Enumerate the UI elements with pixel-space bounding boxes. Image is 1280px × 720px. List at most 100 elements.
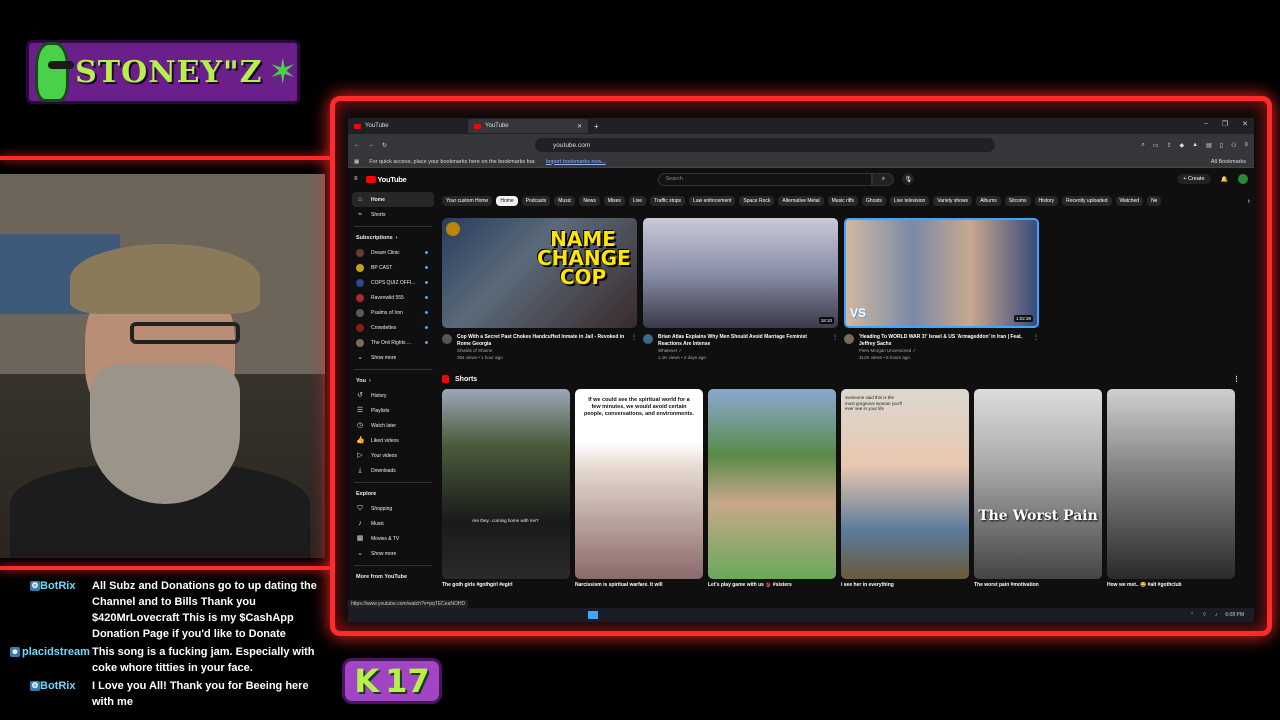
- short-title[interactable]: Narcissism is spiritual warfare. It will: [575, 582, 703, 588]
- short-thumbnail[interactable]: Someone said this is the most gorgeous w…: [841, 389, 969, 579]
- reload-icon[interactable]: ↻: [382, 142, 387, 149]
- all-bookmarks-button[interactable]: All Bookmarks: [1211, 159, 1246, 165]
- short-title[interactable]: i see her in everything: [841, 582, 969, 588]
- short-title[interactable]: Let's play game with us 👙 #sisters: [708, 582, 836, 588]
- youtube-logo[interactable]: YouTube: [365, 175, 407, 184]
- extension-icon[interactable]: ◆: [1180, 142, 1185, 149]
- avatar[interactable]: [1238, 174, 1248, 184]
- sidebar-item-movies[interactable]: ▦ Movies & TV: [352, 531, 434, 546]
- volume-icon[interactable]: ♪: [1215, 612, 1218, 618]
- sidebar-item-shopping[interactable]: ⛉ Shopping: [352, 501, 434, 516]
- sidebar-item-channel[interactable]: Ravenwild 555: [352, 290, 434, 305]
- video-thumbnail[interactable]: 18:10: [643, 218, 838, 328]
- chip-filter[interactable]: Traffic stops: [650, 196, 686, 206]
- sidebar-item-channel[interactable]: Psalms of Iron: [352, 305, 434, 320]
- video-title[interactable]: 'Heading To WORLD WAR 3!' Israel & US 'A…: [859, 334, 1028, 347]
- cast-icon[interactable]: ▭: [1153, 142, 1159, 149]
- chip-filter[interactable]: Podcasts: [521, 196, 551, 206]
- tab-youtube-1[interactable]: YouTube: [348, 119, 468, 133]
- avatar[interactable]: [442, 334, 452, 344]
- chip-filter[interactable]: Mixes: [603, 196, 625, 206]
- chip-filter[interactable]: Albums: [976, 196, 1001, 206]
- chip-filter[interactable]: Alternative Metal: [778, 196, 824, 206]
- short-title[interactable]: How we met.. 😂 #alt #gothclub: [1107, 582, 1235, 588]
- short-thumbnail[interactable]: [708, 389, 836, 579]
- menu-icon[interactable]: ≡: [1244, 142, 1248, 149]
- profile-icon[interactable]: ⚇: [1231, 142, 1236, 149]
- chip-filter[interactable]: Live: [628, 196, 647, 206]
- close-window-icon[interactable]: ✕: [1242, 120, 1248, 128]
- sidebar-item-watch-later[interactable]: ◷ Watch later: [352, 418, 434, 433]
- sidebar-item-your-videos[interactable]: ▷ Your videos: [352, 448, 434, 463]
- chip-filter[interactable]: Music: [554, 196, 576, 206]
- chip-filter[interactable]: History: [1034, 196, 1059, 206]
- video-thumbnail[interactable]: VS 1:02:38: [844, 218, 1039, 328]
- chip-filter[interactable]: Recently uploaded: [1062, 196, 1112, 206]
- video-title[interactable]: Cop With a Secret Past Chokes Handcuffed…: [457, 334, 626, 347]
- sidebar-item-history[interactable]: ↺ History: [352, 388, 434, 403]
- channel-name[interactable]: Whatever ✓: [658, 347, 827, 354]
- sidebar-icon[interactable]: ▯: [1220, 142, 1223, 149]
- video-title[interactable]: Brian Atlas Explains Why Men Should Avoi…: [658, 334, 827, 347]
- video-card[interactable]: 18:10 Brian Atlas Explains Why Men Shoul…: [643, 218, 838, 361]
- sidebar-show-more[interactable]: ⌄ Show more: [352, 546, 434, 561]
- sidebar-item-shorts[interactable]: ⌁ Shorts: [352, 207, 434, 222]
- channel-name[interactable]: Piers Morgan Uncensored ✓: [859, 347, 1028, 354]
- chip-filter[interactable]: Home: [496, 196, 518, 206]
- sidebar-item-music[interactable]: ♪ Music: [352, 516, 434, 531]
- chip-filter[interactable]: Watched: [1115, 196, 1144, 206]
- minimize-icon[interactable]: –: [1204, 120, 1208, 128]
- short-title[interactable]: The goth girls #gothgirl #egirl: [442, 582, 570, 588]
- chip-filter[interactable]: Variety shows: [933, 196, 973, 206]
- chip-filter[interactable]: Space Rock: [739, 196, 775, 206]
- sidebar-item-downloads[interactable]: ⤓ Downloads: [352, 463, 434, 478]
- subscriptions-heading[interactable]: Subscriptions ›: [352, 231, 434, 245]
- more-options-icon[interactable]: ⋮: [832, 334, 838, 361]
- url-field[interactable]: youtube.com: [535, 138, 996, 152]
- apps-icon[interactable]: ▦: [354, 159, 359, 165]
- new-tab-button[interactable]: +: [588, 122, 605, 131]
- sidebar-item-home[interactable]: ⌂ Home: [352, 192, 434, 207]
- chevron-right-icon[interactable]: ›: [1248, 198, 1254, 205]
- short-title[interactable]: The worst pain #motivation: [974, 582, 1102, 588]
- chip-filter[interactable]: News: [579, 196, 600, 206]
- short-card[interactable]: Are they...coming home with me? The goth…: [442, 389, 570, 588]
- short-thumbnail[interactable]: Are they...coming home with me?: [442, 389, 570, 579]
- sidebar-show-more[interactable]: ⌄ Show more: [352, 350, 434, 365]
- import-bookmarks-link[interactable]: Import bookmarks now...: [546, 159, 606, 165]
- avatar[interactable]: [844, 334, 854, 344]
- create-button[interactable]: + Create: [1177, 174, 1211, 184]
- reader-icon[interactable]: ▤: [1206, 142, 1212, 149]
- search-input[interactable]: Search: [658, 172, 873, 186]
- more-options-icon[interactable]: ⋮: [1033, 334, 1039, 361]
- chip-filter[interactable]: Ne: [1147, 196, 1162, 206]
- short-card[interactable]: How we met.. 😂 #alt #gothclub: [1107, 389, 1235, 588]
- mic-button[interactable]: 🎙: [902, 173, 915, 185]
- channel-name[interactable]: Shields of Shame: [457, 347, 626, 354]
- share-icon[interactable]: ⇪: [1167, 142, 1172, 149]
- short-thumbnail[interactable]: The Worst Pain: [974, 389, 1102, 579]
- short-thumbnail[interactable]: [1107, 389, 1235, 579]
- chip-filter[interactable]: Ghosts: [862, 196, 886, 206]
- restore-icon[interactable]: ❐: [1222, 120, 1228, 128]
- short-card[interactable]: The Worst Pain The worst pain #motivatio…: [974, 389, 1102, 588]
- sidebar-item-channel[interactable]: The Onli Rights ...: [352, 335, 434, 350]
- chevron-up-icon[interactable]: ⌃: [1190, 612, 1194, 618]
- clock[interactable]: 6:08 PM: [1225, 612, 1244, 618]
- zoom-icon[interactable]: ⌕: [1141, 142, 1144, 149]
- sidebar-item-liked[interactable]: 👍 Liked videos: [352, 433, 434, 448]
- video-card[interactable]: VS 1:02:38 'Heading To WORLD WAR 3!' Isr…: [844, 218, 1039, 361]
- more-options-icon[interactable]: ⋮: [1233, 375, 1240, 383]
- sidebar-item-channel[interactable]: Crowdettes: [352, 320, 434, 335]
- short-card[interactable]: Let's play game with us 👙 #sisters: [708, 389, 836, 588]
- short-thumbnail[interactable]: If we could see the spiritual world for …: [575, 389, 703, 579]
- sidebar-item-channel[interactable]: COPS QUIZ OFFI...: [352, 275, 434, 290]
- avatar[interactable]: [643, 334, 653, 344]
- you-heading[interactable]: You ›: [352, 374, 434, 388]
- chip-filter[interactable]: Law enforcement: [689, 196, 736, 206]
- more-options-icon[interactable]: ⋮: [631, 334, 637, 361]
- close-tab-icon[interactable]: ✕: [577, 123, 582, 130]
- sidebar-item-channel[interactable]: BP CAST: [352, 260, 434, 275]
- hamburger-icon[interactable]: ≡: [354, 176, 358, 182]
- search-button[interactable]: ⌕: [872, 172, 895, 186]
